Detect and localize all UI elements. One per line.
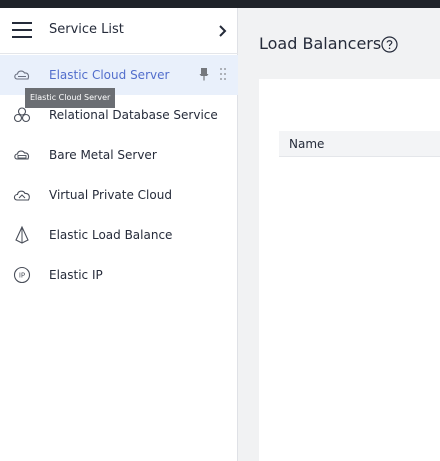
sidebar-item-label: Elastic Load Balance [49,228,173,242]
page-title: Load Balancers [259,34,382,53]
bare-metal-server-icon [14,150,30,160]
database-icon [13,107,31,123]
load-balance-icon [15,225,29,244]
table-header: Name [279,131,440,157]
sidebar-item-bare-metal-server[interactable]: Bare Metal Server [0,135,238,175]
sidebar-item-label: Elastic IP [49,268,103,282]
ip-icon-text: IP [19,272,25,280]
sidebar-item-elastic-load-balance[interactable]: Elastic Load Balance [0,215,238,255]
hamburger-menu-icon[interactable] [12,22,32,38]
sidebar-item-label: Bare Metal Server [49,148,157,162]
drag-handle-icon[interactable] [219,67,227,81]
service-list-sidebar: Service List Elastic Cloud Server Relati… [0,8,238,461]
cloud-server-icon [14,70,30,80]
main-content: Load Balancers Name [239,8,440,461]
sidebar-item-virtual-private-cloud[interactable]: Virtual Private Cloud [0,175,238,215]
sidebar-item-elastic-ip[interactable]: IP Elastic IP [0,255,238,295]
sidebar-item-label: Elastic Cloud Server [49,68,170,82]
ip-icon: IP [13,266,31,284]
sidebar-item-label: Virtual Private Cloud [49,188,172,202]
help-icon[interactable] [381,36,398,53]
sidebar-header: Service List [0,8,238,54]
content-card: Name [259,79,440,461]
chevron-right-icon[interactable] [218,24,228,38]
vpc-cloud-icon [13,190,30,201]
sidebar-title: Service List [49,22,124,37]
sidebar-item-label: Relational Database Service [49,108,218,122]
tooltip: Elastic Cloud Server [25,88,116,108]
column-header-name[interactable]: Name [289,136,324,152]
top-bar [0,0,440,8]
pin-icon[interactable] [198,67,210,81]
